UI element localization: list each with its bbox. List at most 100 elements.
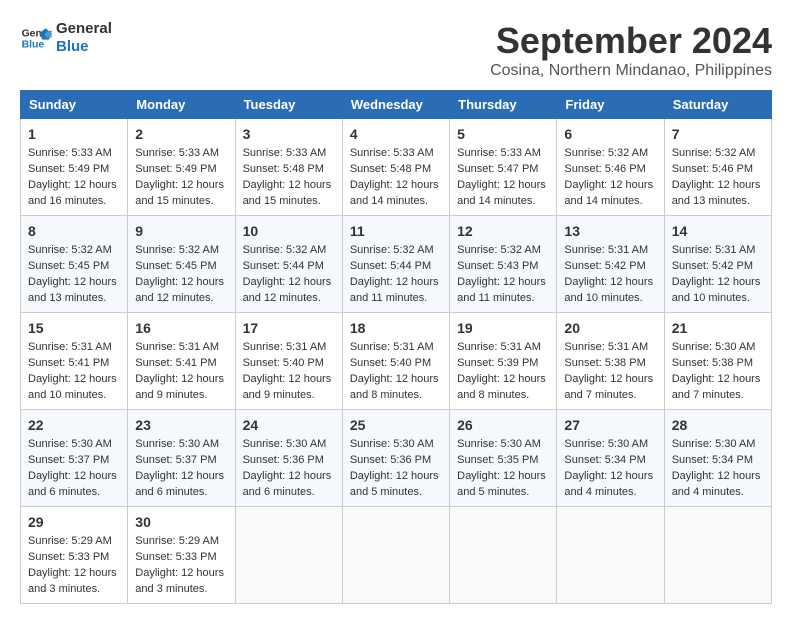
day-detail: Sunset: 5:44 PM — [243, 259, 335, 275]
day-detail: Sunrise: 5:31 AM — [350, 340, 442, 356]
day-detail: Sunset: 5:39 PM — [457, 356, 549, 372]
svg-text:Blue: Blue — [22, 40, 45, 51]
day-number: 30 — [135, 512, 227, 532]
day-detail: and 12 minutes. — [135, 291, 227, 307]
day-detail: Daylight: 12 hours — [564, 469, 656, 485]
calendar-day-cell — [664, 507, 771, 604]
weekday-header-sunday: Sunday — [21, 91, 128, 119]
calendar-day-cell: 29Sunrise: 5:29 AMSunset: 5:33 PMDayligh… — [21, 507, 128, 604]
day-detail: Sunset: 5:38 PM — [672, 356, 764, 372]
day-detail: and 13 minutes. — [672, 194, 764, 210]
calendar-day-cell: 25Sunrise: 5:30 AMSunset: 5:36 PMDayligh… — [342, 410, 449, 507]
day-number: 2 — [135, 124, 227, 144]
calendar-day-cell: 11 Sunrise: 5:32 AMSunset: 5:44 PMDayligh… — [342, 216, 449, 313]
calendar-day-cell: 26Sunrise: 5:30 AMSunset: 5:35 PMDayligh… — [450, 410, 557, 507]
day-detail: Sunrise: 5:29 AM — [135, 534, 227, 550]
day-detail: Sunrise: 5:33 AM — [28, 146, 120, 162]
day-detail: and 5 minutes. — [350, 485, 442, 501]
calendar-day-cell: 3Sunrise: 5:33 AMSunset: 5:48 PMDaylight… — [235, 119, 342, 216]
weekday-header-friday: Friday — [557, 91, 664, 119]
day-number: 8 — [28, 221, 120, 241]
day-detail: Sunset: 5:43 PM — [457, 259, 549, 275]
day-number: 14 — [672, 221, 764, 241]
day-detail: Sunrise: 5:31 AM — [672, 243, 764, 259]
day-number: 19 — [457, 318, 549, 338]
day-detail: and 6 minutes. — [28, 485, 120, 501]
day-detail: Daylight: 12 hours — [350, 275, 442, 291]
day-detail: Sunrise: 5:30 AM — [457, 437, 549, 453]
calendar-day-cell: 2Sunrise: 5:33 AMSunset: 5:49 PMDaylight… — [128, 119, 235, 216]
calendar-day-cell: 6Sunrise: 5:32 AMSunset: 5:46 PMDaylight… — [557, 119, 664, 216]
day-detail: and 15 minutes. — [243, 194, 335, 210]
day-number: 26 — [457, 415, 549, 435]
day-detail: Sunrise: 5:30 AM — [243, 437, 335, 453]
day-detail: Daylight: 12 hours — [350, 469, 442, 485]
calendar-day-cell: 14Sunrise: 5:31 AMSunset: 5:42 PMDayligh… — [664, 216, 771, 313]
day-detail: Daylight: 12 hours — [28, 566, 120, 582]
day-detail: and 8 minutes. — [350, 388, 442, 404]
day-detail: Sunset: 5:33 PM — [28, 550, 120, 566]
day-detail: and 4 minutes. — [564, 485, 656, 501]
day-detail: and 15 minutes. — [135, 194, 227, 210]
calendar-day-cell: 24Sunrise: 5:30 AMSunset: 5:36 PMDayligh… — [235, 410, 342, 507]
day-detail: Sunset: 5:34 PM — [672, 453, 764, 469]
day-number: 25 — [350, 415, 442, 435]
month-title: September 2024 — [490, 20, 772, 62]
day-detail: Sunset: 5:40 PM — [243, 356, 335, 372]
day-detail: Sunrise: 5:30 AM — [28, 437, 120, 453]
day-detail: Daylight: 12 hours — [672, 469, 764, 485]
logo-icon: General Blue — [20, 22, 52, 54]
day-detail: and 13 minutes. — [28, 291, 120, 307]
calendar-day-cell: 22Sunrise: 5:30 AMSunset: 5:37 PMDayligh… — [21, 410, 128, 507]
day-detail: Sunrise: 5:31 AM — [457, 340, 549, 356]
calendar-day-cell — [342, 507, 449, 604]
day-detail: and 11 minutes. — [457, 291, 549, 307]
day-detail: Sunset: 5:37 PM — [135, 453, 227, 469]
day-detail: Daylight: 12 hours — [564, 372, 656, 388]
weekday-header-tuesday: Tuesday — [235, 91, 342, 119]
day-detail: Sunrise: 5:30 AM — [350, 437, 442, 453]
calendar-table: SundayMondayTuesdayWednesdayThursdayFrid… — [20, 90, 772, 604]
weekday-header-row: SundayMondayTuesdayWednesdayThursdayFrid… — [21, 91, 772, 119]
day-detail: Sunrise: 5:30 AM — [672, 340, 764, 356]
calendar-day-cell: 8Sunrise: 5:32 AMSunset: 5:45 PMDaylight… — [21, 216, 128, 313]
day-detail: Sunrise: 5:30 AM — [672, 437, 764, 453]
calendar-day-cell — [450, 507, 557, 604]
day-detail: Sunset: 5:44 PM — [350, 259, 442, 275]
calendar-day-cell: 12Sunrise: 5:32 AMSunset: 5:43 PMDayligh… — [450, 216, 557, 313]
calendar-day-cell: 4Sunrise: 5:33 AMSunset: 5:48 PMDaylight… — [342, 119, 449, 216]
day-detail: Sunset: 5:36 PM — [243, 453, 335, 469]
day-number: 18 — [350, 318, 442, 338]
day-detail: Sunrise: 5:32 AM — [135, 243, 227, 259]
calendar-day-cell: 5Sunrise: 5:33 AMSunset: 5:47 PMDaylight… — [450, 119, 557, 216]
weekday-header-monday: Monday — [128, 91, 235, 119]
day-number: 11 — [350, 221, 442, 241]
calendar-week-row: 29Sunrise: 5:29 AMSunset: 5:33 PMDayligh… — [21, 507, 772, 604]
day-detail: Sunrise: 5:31 AM — [564, 243, 656, 259]
day-detail: and 12 minutes. — [243, 291, 335, 307]
logo-text-line2: Blue — [56, 38, 112, 56]
day-number: 7 — [672, 124, 764, 144]
day-detail: Daylight: 12 hours — [243, 372, 335, 388]
calendar-week-row: 8Sunrise: 5:32 AMSunset: 5:45 PMDaylight… — [21, 216, 772, 313]
day-detail: Sunset: 5:42 PM — [564, 259, 656, 275]
day-detail: Daylight: 12 hours — [135, 469, 227, 485]
day-detail: Sunrise: 5:29 AM — [28, 534, 120, 550]
day-detail: Sunrise: 5:32 AM — [28, 243, 120, 259]
day-number: 16 — [135, 318, 227, 338]
day-detail: and 3 minutes. — [28, 582, 120, 598]
day-detail: and 14 minutes. — [564, 194, 656, 210]
day-detail: Daylight: 12 hours — [457, 469, 549, 485]
day-detail: Sunrise: 5:32 AM — [350, 243, 442, 259]
day-detail: Daylight: 12 hours — [28, 372, 120, 388]
day-detail: Sunrise: 5:33 AM — [350, 146, 442, 162]
day-detail: Daylight: 12 hours — [564, 275, 656, 291]
calendar-day-cell: 23Sunrise: 5:30 AMSunset: 5:37 PMDayligh… — [128, 410, 235, 507]
calendar-day-cell: 18Sunrise: 5:31 AMSunset: 5:40 PMDayligh… — [342, 313, 449, 410]
logo: General Blue General Blue — [20, 20, 112, 56]
weekday-header-thursday: Thursday — [450, 91, 557, 119]
day-detail: Sunset: 5:34 PM — [564, 453, 656, 469]
day-detail: Sunrise: 5:30 AM — [135, 437, 227, 453]
day-detail: and 6 minutes. — [135, 485, 227, 501]
day-detail: Sunrise: 5:32 AM — [243, 243, 335, 259]
